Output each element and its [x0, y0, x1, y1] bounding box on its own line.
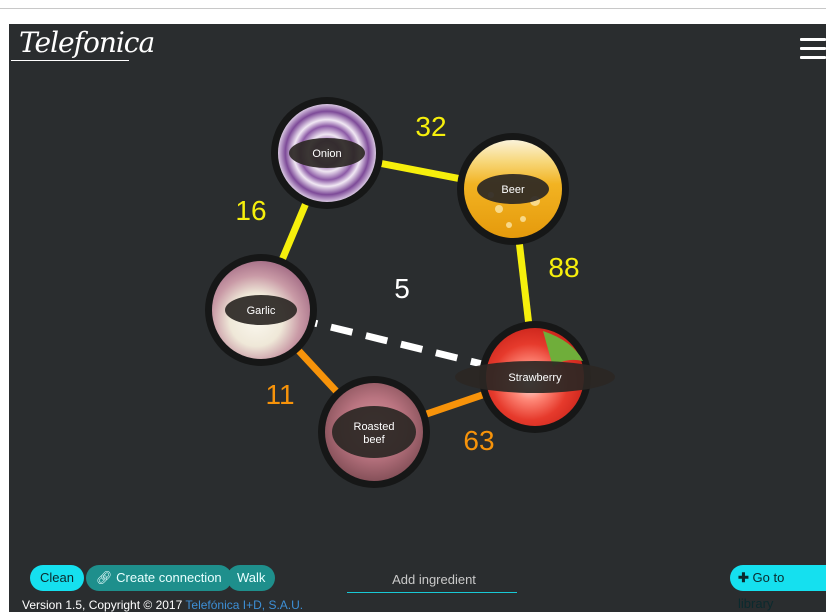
clean-button[interactable]: Clean [30, 565, 84, 591]
clean-label: Clean [40, 570, 74, 585]
beer-bubble [506, 222, 512, 228]
node-beer[interactable]: Beer [457, 133, 569, 245]
node-label-garlic: Garlic [247, 305, 276, 317]
edge-weight-onion-beer: 32 [415, 111, 446, 142]
node-roasted-beef[interactable]: Roasted beef [318, 376, 430, 488]
ingredient-graph: Onion Beer Garlic Strawberry Roasted beef 32 1… [205, 97, 615, 488]
company-link[interactable]: Telefónica I+D, S.A.U. [185, 598, 303, 612]
node-label-strawberry: Strawberry [508, 372, 562, 384]
link-icon: 🔗︎ [96, 570, 113, 585]
node-label-beer: Beer [501, 184, 525, 196]
version-text: Version 1.5, Copyright © 2017 [22, 598, 183, 612]
walk-label: Walk [237, 570, 266, 585]
go-to-library-button[interactable]: ✚ Go to library [730, 565, 826, 611]
create-connection-button[interactable]: 🔗︎ Create connection [86, 565, 232, 591]
beer-bubble [495, 205, 503, 213]
node-garlic[interactable]: Garlic [205, 254, 317, 366]
plus-icon: ✚ [738, 570, 749, 585]
beer-bubble [520, 216, 526, 222]
node-label-onion: Onion [312, 148, 341, 160]
walk-button[interactable]: Walk [227, 565, 276, 591]
create-connection-label: Create connection [116, 570, 222, 585]
app-canvas: Telefonica Onion Beer Garlic Strawberry … [9, 24, 826, 612]
add-ingredient-input[interactable] [347, 565, 521, 594]
edge-weight-roasted-beef-strawberry: 63 [463, 425, 494, 456]
node-strawberry[interactable]: Strawberry [455, 321, 615, 433]
node-onion[interactable]: Onion [271, 97, 383, 209]
edge-weight-garlic-roasted-beef: 11 [265, 379, 294, 410]
footer: Version 1.5, Copyright © 2017 Telefónica… [22, 598, 303, 612]
edge-weight-garlic-strawberry: 5 [394, 273, 410, 304]
edge-weight-beer-strawberry: 88 [548, 252, 579, 283]
add-ingredient-field [347, 565, 521, 594]
edge-weight-onion-garlic: 16 [235, 195, 266, 226]
window-top-border [0, 8, 826, 9]
